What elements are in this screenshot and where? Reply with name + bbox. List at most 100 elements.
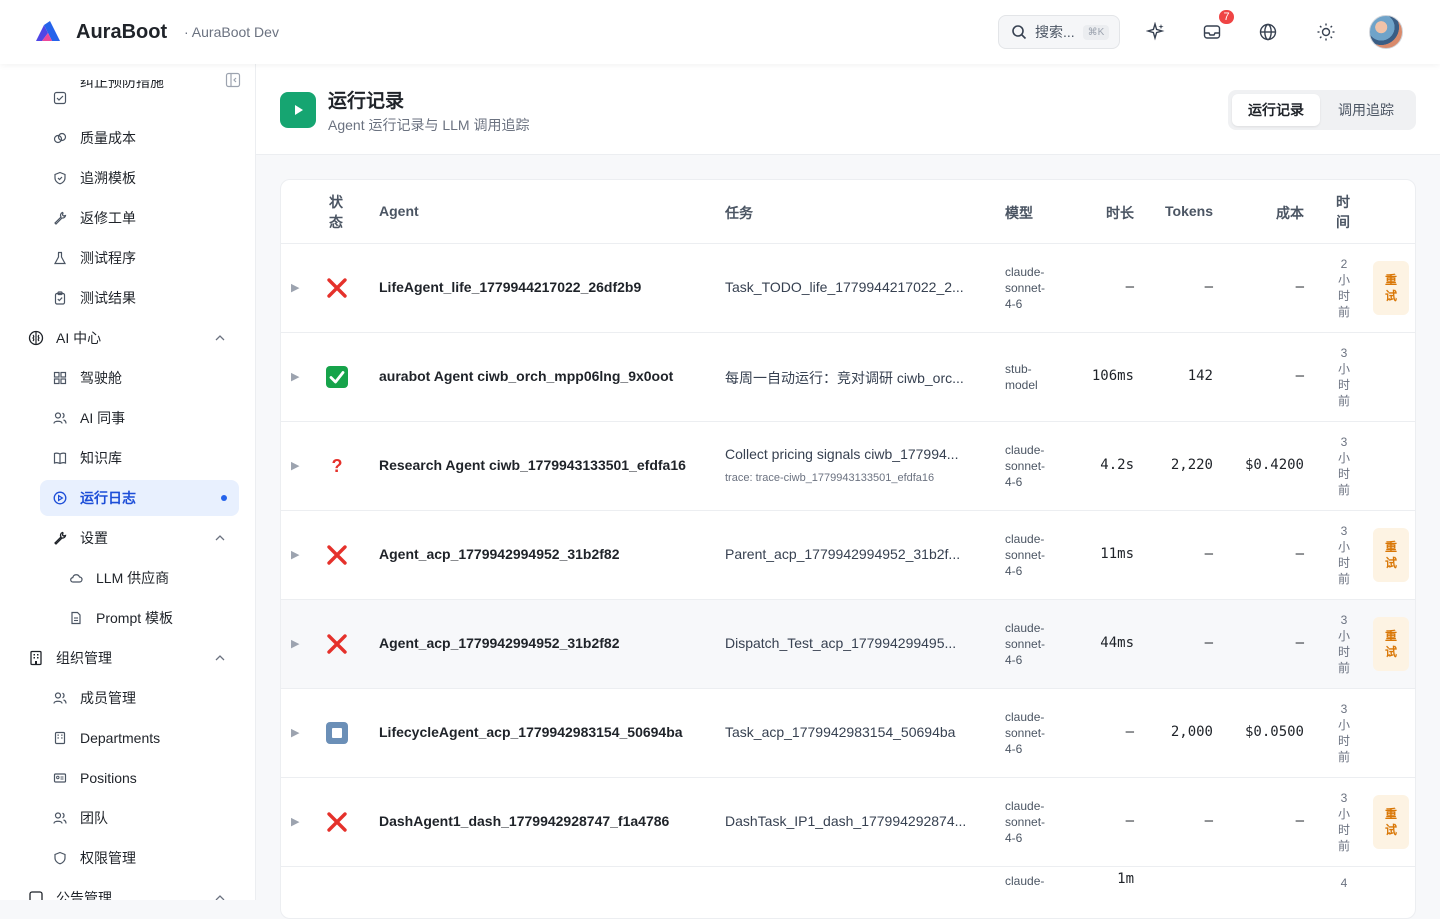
sidebar-item-settings[interactable]: 设置 (40, 520, 239, 556)
table-header: 状态 Agent 任务 模型 时长 Tokens 成本 时间 (281, 180, 1415, 244)
app-logo[interactable]: AuraBoot (34, 19, 167, 45)
file-icon (68, 610, 84, 626)
user-avatar[interactable] (1369, 15, 1403, 49)
sidebar-item-label: 质量成本 (80, 130, 136, 146)
relative-time: 3小时前 (1337, 791, 1350, 853)
duration-value: – (1125, 813, 1134, 829)
sidebar-item-test-result[interactable]: 测试结果 (40, 280, 239, 316)
logo-mark-icon (36, 21, 60, 41)
agent-name: DashAgent1_dash_1779942928747_f1a4786 (379, 813, 670, 829)
col-task: 任务 (725, 205, 753, 221)
cost-value: $0.0500 (1244, 724, 1304, 740)
retry-button[interactable]: 重试 (1373, 528, 1409, 582)
table-row[interactable]: ▶ LifeAgent_life_1779944217022_26df2b9 Tas… (281, 244, 1415, 333)
expand-row-icon[interactable]: ▶ (291, 370, 303, 383)
expand-row-icon[interactable]: ▶ (291, 548, 303, 561)
users-icon (52, 690, 68, 706)
sidebar-item-departments[interactable]: Departments (40, 720, 239, 756)
task-name: Task_acp_1779942983154_50694ba (725, 724, 956, 740)
sidebar-group-label: AI 中心 (56, 330, 102, 346)
retry-button[interactable]: 重试 (1373, 617, 1409, 671)
relative-time: 2小时前 (1337, 257, 1350, 319)
expand-row-icon[interactable]: ▶ (291, 281, 303, 294)
flask-icon (52, 250, 68, 266)
ai-assistant-button[interactable] (1144, 20, 1168, 44)
search-icon (1012, 25, 1027, 40)
col-cost: 成本 (1276, 205, 1304, 221)
expand-row-icon[interactable]: ▶ (291, 459, 303, 472)
duration-value: 106ms (1091, 368, 1134, 384)
table-row[interactable]: ▶ Agent_acp_1779942994952_31b2f82 Parent_a… (281, 511, 1415, 600)
id-card-icon (52, 770, 68, 786)
cost-value: – (1295, 279, 1304, 295)
sidebar-item-cockpit[interactable]: 驾驶舱 (40, 360, 239, 396)
status-unknown-icon: ? (331, 455, 343, 476)
runs-table: 状态 Agent 任务 模型 时长 Tokens 成本 时间 ▶ LifeAgen… (280, 179, 1416, 919)
col-status: 状态 (329, 194, 343, 230)
sidebar-item-members[interactable]: 成员管理 (40, 680, 239, 716)
table-row[interactable]: ▶ aurabot Agent ciwb_orch_mpp06lng_9x0oot… (281, 333, 1415, 422)
table-row[interactable]: claude- 1m 4 (281, 867, 1415, 918)
sidebar-item-quality-cost[interactable]: 质量成本 (40, 120, 239, 156)
retry-button[interactable]: 重试 (1373, 261, 1409, 315)
sidebar-item-prompt-template[interactable]: Prompt 模板 (40, 600, 239, 636)
col-time: 时间 (1336, 194, 1350, 230)
task-name: Dispatch_Test_acp_177994299495... (725, 635, 957, 651)
sidebar-item-label: 测试结果 (80, 290, 136, 306)
tokens-value: 2,220 (1170, 457, 1213, 473)
sidebar-group-notice[interactable]: 公告管理 (16, 880, 239, 900)
sidebar-item-label: Positions (80, 770, 137, 786)
table-row[interactable]: ▶? Research Agent ciwb_1779943133501_efdf… (281, 422, 1415, 511)
expand-row-icon[interactable]: ▶ (291, 637, 303, 650)
sidebar-item-capa[interactable]: 纠正预防措施 (40, 80, 239, 116)
tokens-value: 142 (1187, 368, 1213, 384)
duration-value: – (1125, 724, 1134, 740)
sidebar-item-repair-order[interactable]: 返修工单 (40, 200, 239, 236)
tab-call-trace[interactable]: 调用追踪 (1320, 94, 1412, 126)
model-name: claude- (1005, 874, 1045, 888)
sidebar-item-label: LLM 供应商 (96, 570, 170, 586)
top-header: AuraBoot · AuraBoot Dev 搜索... ⌘K 7 (0, 0, 1440, 64)
cost-value: – (1295, 546, 1304, 562)
tab-run-records[interactable]: 运行记录 (1232, 94, 1320, 126)
relative-time: 3小时前 (1337, 702, 1350, 764)
status-failed-icon (325, 810, 349, 834)
checkbox-icon (52, 90, 68, 106)
retry-button[interactable]: 重试 (1373, 795, 1409, 849)
sidebar-group-label: 组织管理 (56, 650, 112, 666)
sidebar-item-team[interactable]: 团队 (40, 800, 239, 836)
sidebar-item-llm-provider[interactable]: LLM 供应商 (40, 560, 239, 596)
play-icon (280, 92, 316, 128)
duration-value: – (1125, 279, 1134, 295)
table-row[interactable]: ▶ Agent_acp_1779942994952_31b2f82 Dispatch… (281, 600, 1415, 689)
language-button[interactable] (1256, 20, 1280, 44)
cloud-icon (68, 570, 84, 586)
task-name: DashTask_IP1_dash_177994292874... (725, 813, 967, 829)
table-row[interactable]: ▶ DashAgent1_dash_1779942928747_f1a4786 Da… (281, 778, 1415, 867)
duration-value: 1m (1117, 871, 1134, 887)
shield-icon (52, 850, 68, 866)
sidebar-item-run-log[interactable]: 运行日志 (40, 480, 239, 516)
sidebar-group-org[interactable]: 组织管理 (16, 640, 239, 676)
table-row[interactable]: ▶ LifecycleAgent_acp_1779942983154_50694b… (281, 689, 1415, 778)
col-model: 模型 (1005, 205, 1033, 221)
expand-row-icon[interactable]: ▶ (291, 815, 303, 828)
sidebar-item-permissions[interactable]: 权限管理 (40, 840, 239, 876)
sidebar-item-trace-template[interactable]: 追溯模板 (40, 160, 239, 196)
status-failed-icon (325, 632, 349, 656)
chevron-up-icon (215, 535, 225, 541)
sidebar-item-knowledge-base[interactable]: 知识库 (40, 440, 239, 476)
sidebar-group-ai-center[interactable]: AI 中心 (16, 320, 239, 356)
trace-id: trace: trace-ciwb_1779943133501_efdfa16 (725, 472, 935, 484)
status-stopped-icon (325, 721, 349, 745)
expand-row-icon[interactable]: ▶ (291, 726, 303, 739)
sidebar-item-label: 驾驶舱 (80, 370, 122, 386)
cost-value: – (1295, 635, 1304, 651)
chevron-up-icon (215, 655, 225, 661)
theme-toggle-button[interactable] (1314, 20, 1338, 44)
sidebar-item-ai-colleague[interactable]: AI 同事 (40, 400, 239, 436)
sidebar-item-test-program[interactable]: 测试程序 (40, 240, 239, 276)
search-box[interactable]: 搜索... ⌘K (998, 15, 1120, 49)
clipboard-icon (52, 290, 68, 306)
sidebar-item-positions[interactable]: Positions (40, 760, 239, 796)
